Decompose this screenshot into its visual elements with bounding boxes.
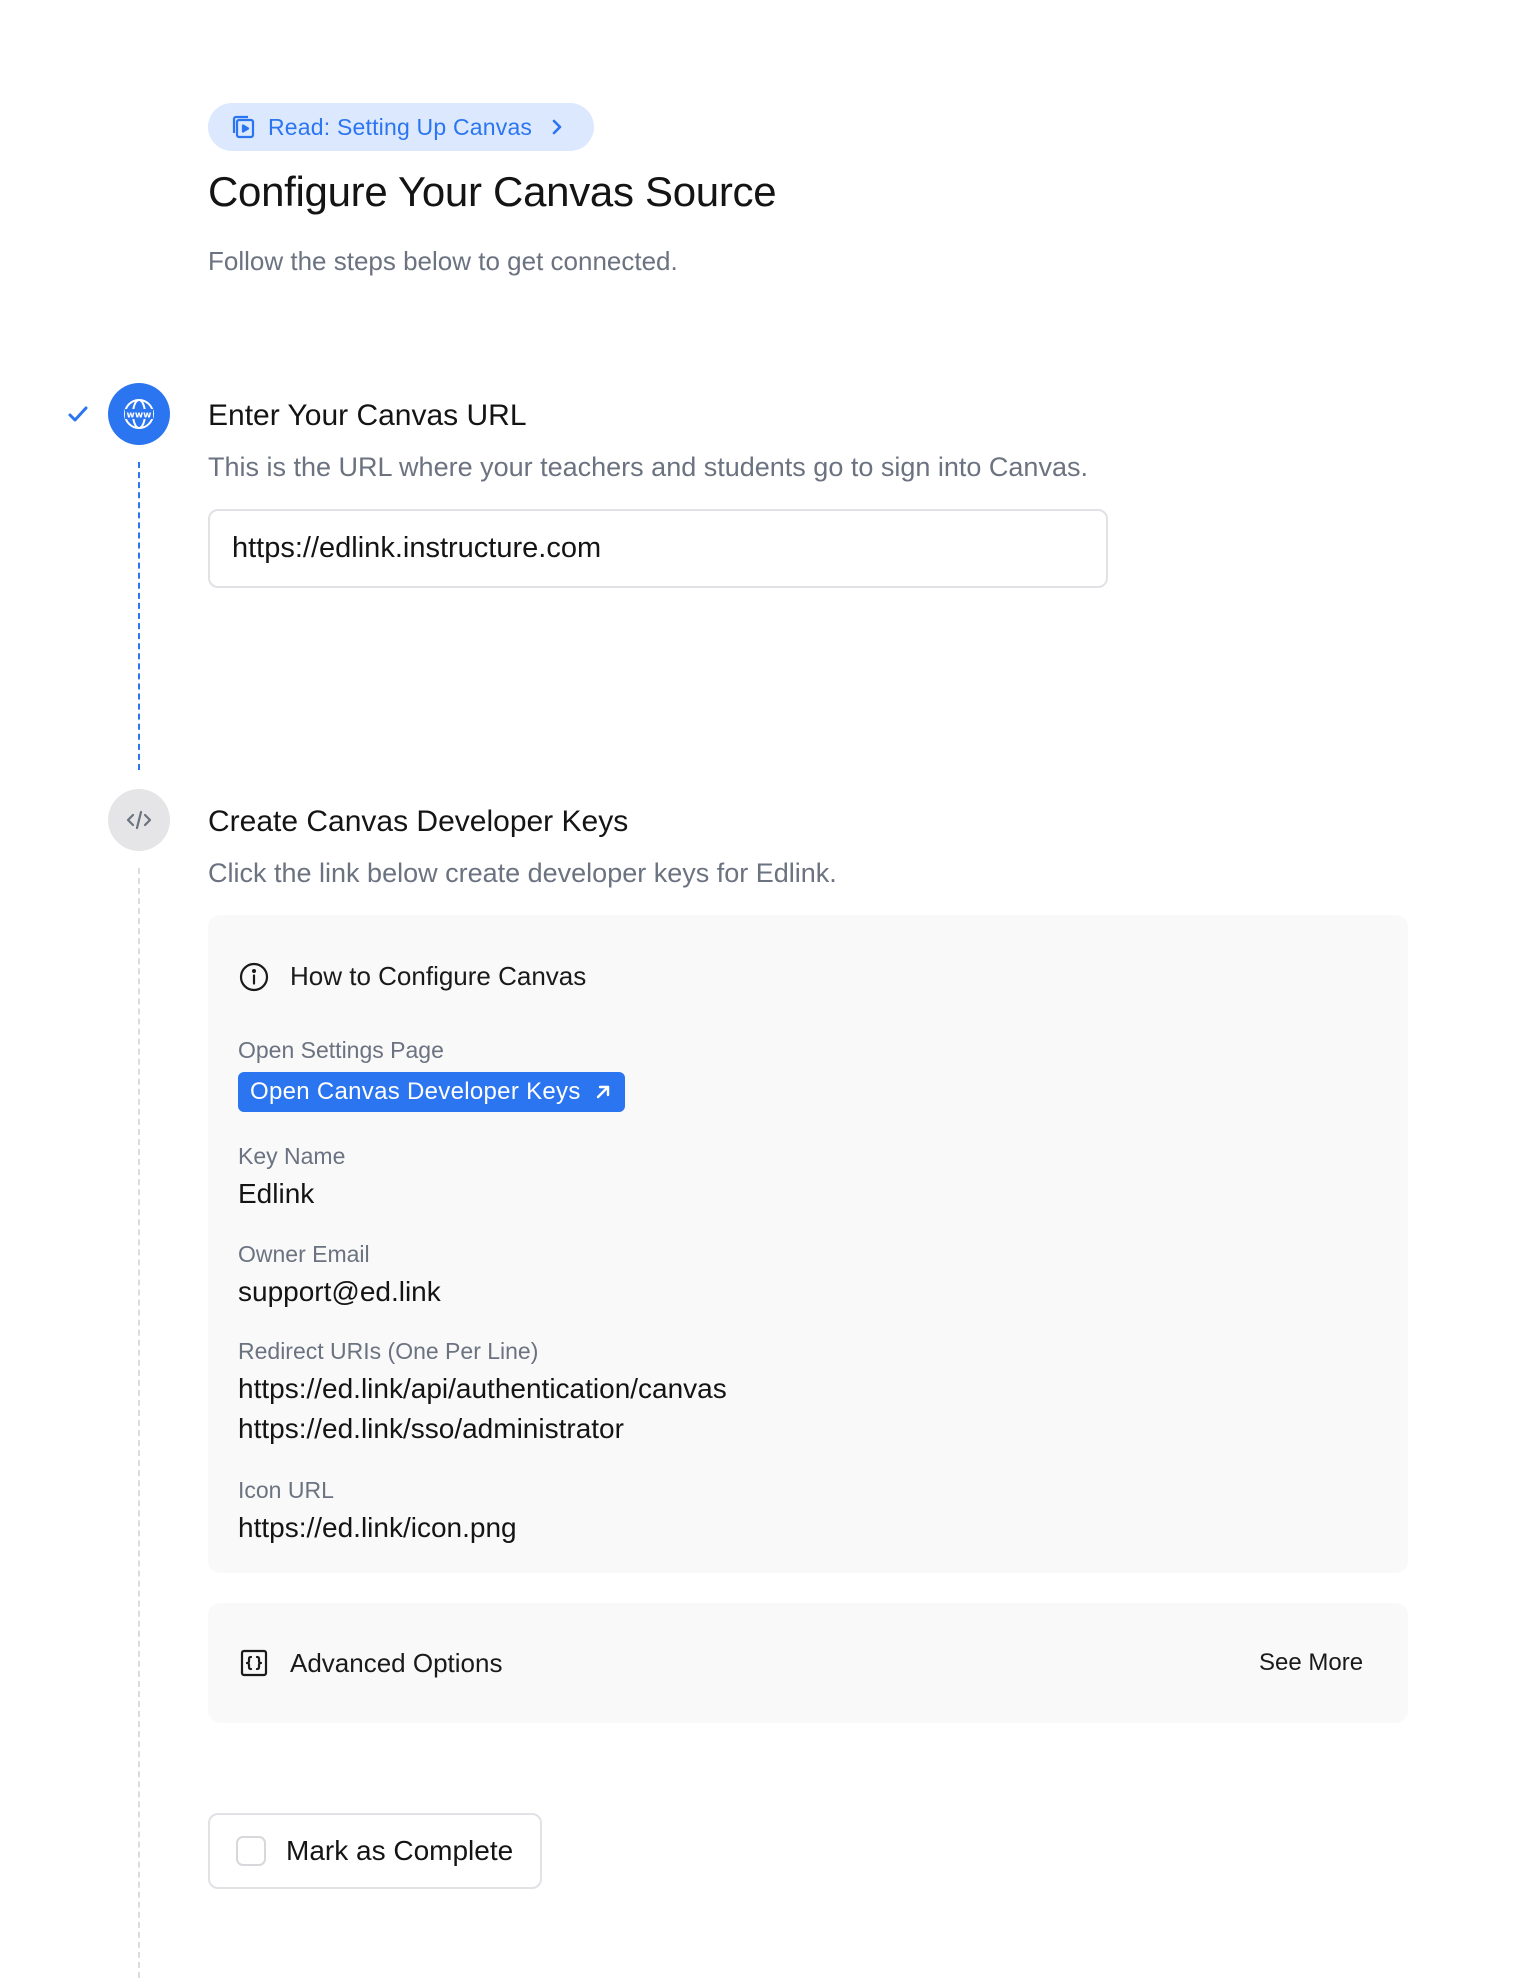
timeline-connector-complete xyxy=(138,462,140,770)
advanced-options-label: Advanced Options xyxy=(290,1648,503,1678)
step-1-description: This is the URL where your teachers and … xyxy=(208,452,1088,482)
chevron-right-icon xyxy=(546,116,568,138)
read-link-label: Read: Setting Up Canvas xyxy=(268,113,533,140)
owner-email-value: support@ed.link xyxy=(238,1276,441,1307)
external-link-arrow-icon xyxy=(593,1082,613,1102)
step-1-title: Enter Your Canvas URL xyxy=(208,399,527,432)
svg-text:www: www xyxy=(127,411,152,421)
redirect-uri-value: https://ed.link/api/authentication/canva… xyxy=(238,1373,727,1404)
page-subtitle: Follow the steps below to get connected. xyxy=(208,246,678,276)
owner-email-label: Owner Email xyxy=(238,1241,370,1267)
open-settings-label: Open Settings Page xyxy=(238,1037,444,1063)
key-name-value: Edlink xyxy=(238,1178,315,1209)
open-canvas-developer-keys-button[interactable]: Open Canvas Developer Keys xyxy=(238,1072,625,1112)
see-more-button[interactable]: See More xyxy=(1259,1649,1363,1677)
page-title: Configure Your Canvas Source xyxy=(208,168,777,215)
configure-canvas-card xyxy=(208,915,1408,1573)
braces-icon xyxy=(238,1647,270,1679)
canvas-url-input[interactable] xyxy=(208,509,1108,588)
timeline-connector-pending xyxy=(138,868,140,1978)
redirect-uris-label: Redirect URIs (One Per Line) xyxy=(238,1338,539,1364)
read-document-icon xyxy=(230,113,258,141)
step-2-title: Create Canvas Developer Keys xyxy=(208,805,629,838)
complete-checkbox[interactable] xyxy=(236,1836,266,1866)
www-globe-icon: www xyxy=(108,383,170,445)
step-2-description: Click the link below create developer ke… xyxy=(208,858,837,888)
read-setting-up-canvas-link[interactable]: Read: Setting Up Canvas xyxy=(208,103,595,151)
step-complete-check-icon xyxy=(66,402,90,426)
icon-url-label: Icon URL xyxy=(238,1477,334,1503)
key-name-label: Key Name xyxy=(238,1143,346,1169)
mark-as-complete-button[interactable]: Mark as Complete xyxy=(208,1813,542,1889)
card-heading: How to Configure Canvas xyxy=(290,961,587,991)
info-icon xyxy=(238,961,270,993)
code-icon xyxy=(108,789,170,851)
icon-url-value: https://ed.link/icon.png xyxy=(238,1512,517,1543)
mark-as-complete-label: Mark as Complete xyxy=(286,1835,514,1866)
redirect-uri-value: https://ed.link/sso/administrator xyxy=(238,1413,624,1444)
open-button-label: Open Canvas Developer Keys xyxy=(250,1078,581,1105)
